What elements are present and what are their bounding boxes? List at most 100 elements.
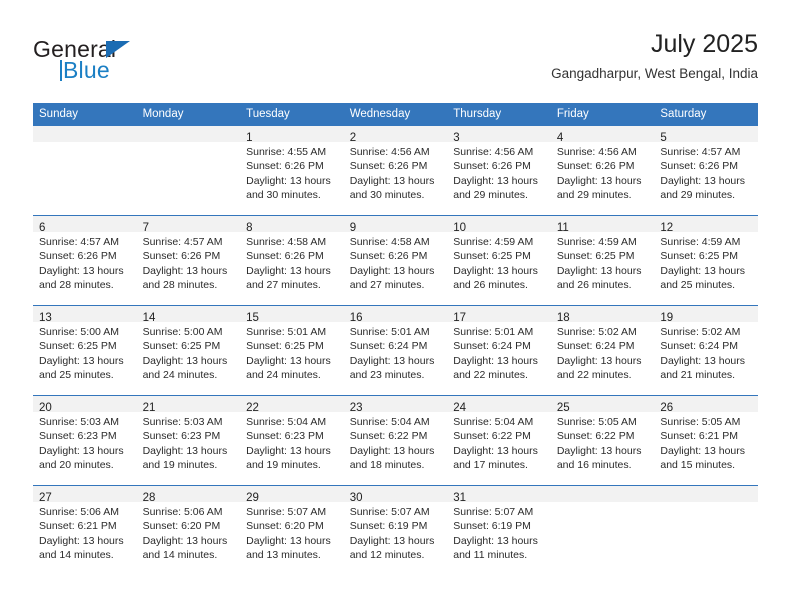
day-cell-content: 29 Sunrise: 5:07 AM Sunset: 6:20 PM Dayligh… xyxy=(240,486,344,575)
calendar-day-cell[interactable]: 15 Sunrise: 5:01 AM Sunset: 6:25 PM Dayligh… xyxy=(240,305,344,396)
day-details: Sunrise: 5:00 AM Sunset: 6:25 PM Daylight:… xyxy=(33,322,137,383)
daylight-duration-line2: and 25 minutes. xyxy=(660,279,736,292)
sunrise-time: Sunrise: 5:07 AM xyxy=(246,506,327,518)
calendar-day-cell[interactable]: 12 Sunrise: 4:59 AM Sunset: 6:25 PM Dayligh… xyxy=(654,215,758,306)
daylight-duration-line2: and 28 minutes. xyxy=(142,279,218,292)
daylight-duration-line1: Daylight: 13 hours xyxy=(453,444,538,457)
daylight-duration-line1: Daylight: 13 hours xyxy=(453,264,538,277)
daylight-duration-line2: and 23 minutes. xyxy=(349,369,425,382)
day-number-band: 13 xyxy=(33,306,137,324)
day-number-band: 22 xyxy=(240,396,344,414)
daylight-duration-line2: and 30 minutes. xyxy=(349,189,425,202)
calendar-day-cell[interactable]: 26 Sunrise: 5:05 AM Sunset: 6:21 PM Dayligh… xyxy=(654,395,758,486)
sunset-time: Sunset: 6:23 PM xyxy=(142,430,221,443)
general-blue-logo[interactable]: General Blue xyxy=(33,36,253,92)
day-cell-content: 14 Sunrise: 5:00 AM Sunset: 6:25 PM Dayligh… xyxy=(136,306,241,395)
day-cell-content: 4 Sunrise: 4:56 AM Sunset: 6:26 PM Daylight… xyxy=(550,126,655,215)
calendar-day-cell[interactable]: 8 Sunrise: 4:58 AM Sunset: 6:26 PM Daylight… xyxy=(240,215,344,306)
daylight-duration-line1: Daylight: 13 hours xyxy=(246,264,331,277)
calendar-day-cell[interactable]: 10 Sunrise: 4:59 AM Sunset: 6:25 PM Dayligh… xyxy=(447,215,551,306)
day-number: 18 xyxy=(556,312,570,324)
day-details: Sunrise: 5:07 AM Sunset: 6:19 PM Daylight:… xyxy=(344,502,448,563)
calendar-day-cell[interactable]: 13 Sunrise: 5:00 AM Sunset: 6:25 PM Dayligh… xyxy=(33,305,137,396)
day-details: Sunrise: 5:01 AM Sunset: 6:25 PM Daylight:… xyxy=(240,322,344,383)
calendar-day-cell[interactable]: 27 Sunrise: 5:06 AM Sunset: 6:21 PM Dayligh… xyxy=(33,485,137,575)
daylight-duration-line2: and 19 minutes. xyxy=(142,459,218,472)
day-cell-content: 2 Sunrise: 4:56 AM Sunset: 6:26 PM Daylight… xyxy=(343,126,448,215)
day-number-band xyxy=(654,486,758,502)
day-number-band: 6 xyxy=(33,216,137,234)
day-number: 9 xyxy=(349,222,357,234)
daylight-duration-line2: and 11 minutes. xyxy=(453,549,528,562)
daylight-duration-line2: and 14 minutes. xyxy=(142,549,218,562)
day-number: 5 xyxy=(660,132,667,144)
calendar-day-cell[interactable]: 22 Sunrise: 5:04 AM Sunset: 6:23 PM Dayligh… xyxy=(240,395,344,486)
day-details: Sunrise: 4:57 AM Sunset: 6:26 PM Daylight:… xyxy=(33,232,137,293)
sunset-time: Sunset: 6:24 PM xyxy=(556,340,635,353)
calendar-day-cell[interactable]: 31 Sunrise: 5:07 AM Sunset: 6:19 PM Dayligh… xyxy=(447,485,551,575)
day-cell-content xyxy=(550,486,655,575)
day-cell-content: 10 Sunrise: 4:59 AM Sunset: 6:25 PM Dayligh… xyxy=(447,216,551,305)
calendar-day-cell[interactable]: 6 Sunrise: 4:57 AM Sunset: 6:26 PM Daylight… xyxy=(33,215,137,306)
sunset-time: Sunset: 6:26 PM xyxy=(556,160,635,173)
calendar-day-cell[interactable]: 20 Sunrise: 5:03 AM Sunset: 6:23 PM Dayligh… xyxy=(33,395,137,486)
logo-accent-bar xyxy=(60,60,62,81)
calendar-day-cell[interactable]: 18 Sunrise: 5:02 AM Sunset: 6:24 PM Dayligh… xyxy=(550,305,655,396)
calendar-day-cell[interactable]: 29 Sunrise: 5:07 AM Sunset: 6:20 PM Dayligh… xyxy=(240,485,344,575)
sunset-time: Sunset: 6:26 PM xyxy=(349,160,428,173)
daylight-duration-line2: and 29 minutes. xyxy=(556,189,632,202)
calendar-day-cell[interactable]: 30 Sunrise: 5:07 AM Sunset: 6:19 PM Dayligh… xyxy=(343,485,448,575)
sunset-time: Sunset: 6:26 PM xyxy=(39,250,117,263)
day-number-band: 3 xyxy=(447,126,551,144)
day-cell-content: 15 Sunrise: 5:01 AM Sunset: 6:25 PM Dayligh… xyxy=(240,306,344,395)
calendar-day-cell[interactable]: 25 Sunrise: 5:05 AM Sunset: 6:22 PM Dayligh… xyxy=(550,395,655,486)
calendar-day-cell[interactable]: 7 Sunrise: 4:57 AM Sunset: 6:26 PM Daylight… xyxy=(136,215,241,306)
daylight-duration-line1: Daylight: 13 hours xyxy=(660,174,746,187)
daylight-duration-line2: and 21 minutes. xyxy=(660,369,736,382)
day-details: Sunrise: 5:01 AM Sunset: 6:24 PM Daylight:… xyxy=(447,322,551,383)
day-details: Sunrise: 4:58 AM Sunset: 6:26 PM Daylight:… xyxy=(344,232,448,293)
sunrise-time: Sunrise: 5:06 AM xyxy=(39,506,119,518)
sunset-time: Sunset: 6:25 PM xyxy=(453,250,531,263)
calendar-day-cell[interactable]: 3 Sunrise: 4:56 AM Sunset: 6:26 PM Daylight… xyxy=(447,126,551,216)
daylight-duration-line1: Daylight: 13 hours xyxy=(556,174,642,187)
weekday-header-saturday: Saturday xyxy=(654,103,758,126)
daylight-duration-line1: Daylight: 13 hours xyxy=(246,174,331,187)
day-cell-content: 20 Sunrise: 5:03 AM Sunset: 6:23 PM Dayligh… xyxy=(33,396,137,485)
daylight-duration-line1: Daylight: 13 hours xyxy=(660,354,746,367)
calendar-day-cell[interactable]: 11 Sunrise: 4:59 AM Sunset: 6:25 PM Dayligh… xyxy=(550,215,655,306)
daylight-duration-line1: Daylight: 13 hours xyxy=(453,354,538,367)
day-number-band: 1 xyxy=(240,126,344,144)
calendar-day-cell[interactable]: 21 Sunrise: 5:03 AM Sunset: 6:23 PM Dayligh… xyxy=(136,395,241,486)
daylight-duration-line2: and 12 minutes. xyxy=(349,549,425,562)
sunrise-sunset-calendar-table: Sunday Monday Tuesday Wednesday Thursday… xyxy=(33,103,758,575)
day-cell-content: 23 Sunrise: 5:04 AM Sunset: 6:22 PM Dayligh… xyxy=(343,396,448,485)
calendar-day-cell[interactable]: 9 Sunrise: 4:58 AM Sunset: 6:26 PM Daylight… xyxy=(343,215,448,306)
calendar-day-cell[interactable]: 28 Sunrise: 5:06 AM Sunset: 6:20 PM Dayligh… xyxy=(136,485,241,575)
sunset-time: Sunset: 6:26 PM xyxy=(660,160,739,173)
calendar-day-cell[interactable]: 24 Sunrise: 5:04 AM Sunset: 6:22 PM Dayligh… xyxy=(447,395,551,486)
calendar-day-cell[interactable]: 19 Sunrise: 5:02 AM Sunset: 6:24 PM Dayligh… xyxy=(654,305,758,396)
calendar-day-cell[interactable]: 16 Sunrise: 5:01 AM Sunset: 6:24 PM Dayligh… xyxy=(343,305,448,396)
day-number: 17 xyxy=(453,312,467,324)
day-cell-content: 26 Sunrise: 5:05 AM Sunset: 6:21 PM Dayligh… xyxy=(654,396,758,485)
sunrise-time: Sunrise: 5:06 AM xyxy=(142,506,223,518)
calendar-week-row: 6 Sunrise: 4:57 AM Sunset: 6:26 PM Daylight… xyxy=(33,215,758,306)
day-number-band xyxy=(550,486,655,502)
calendar-day-cell[interactable]: 5 Sunrise: 4:57 AM Sunset: 6:26 PM Daylight… xyxy=(654,126,758,216)
calendar-day-cell[interactable]: 4 Sunrise: 4:56 AM Sunset: 6:26 PM Daylight… xyxy=(550,126,655,216)
calendar-day-cell[interactable]: 17 Sunrise: 5:01 AM Sunset: 6:24 PM Dayligh… xyxy=(447,305,551,396)
day-details: Sunrise: 5:06 AM Sunset: 6:21 PM Daylight:… xyxy=(33,502,137,563)
day-number-band: 14 xyxy=(136,306,241,324)
calendar-day-cell[interactable]: 23 Sunrise: 5:04 AM Sunset: 6:22 PM Dayligh… xyxy=(343,395,448,486)
day-number-band: 16 xyxy=(343,306,448,324)
calendar-body: 1 Sunrise: 4:55 AM Sunset: 6:26 PM Daylight… xyxy=(33,126,758,575)
daylight-duration-line2: and 13 minutes. xyxy=(246,549,321,562)
calendar-day-cell[interactable]: 2 Sunrise: 4:56 AM Sunset: 6:26 PM Daylight… xyxy=(343,126,448,216)
daylight-duration-line1: Daylight: 13 hours xyxy=(349,444,435,457)
day-cell-content: 25 Sunrise: 5:05 AM Sunset: 6:22 PM Dayligh… xyxy=(550,396,655,485)
calendar-day-cell[interactable]: 14 Sunrise: 5:00 AM Sunset: 6:25 PM Dayligh… xyxy=(136,305,241,396)
calendar-day-cell[interactable]: 1 Sunrise: 4:55 AM Sunset: 6:26 PM Daylight… xyxy=(240,126,344,216)
logo-word-blue: Blue xyxy=(63,57,110,83)
day-cell-content: 9 Sunrise: 4:58 AM Sunset: 6:26 PM Daylight… xyxy=(343,216,448,305)
